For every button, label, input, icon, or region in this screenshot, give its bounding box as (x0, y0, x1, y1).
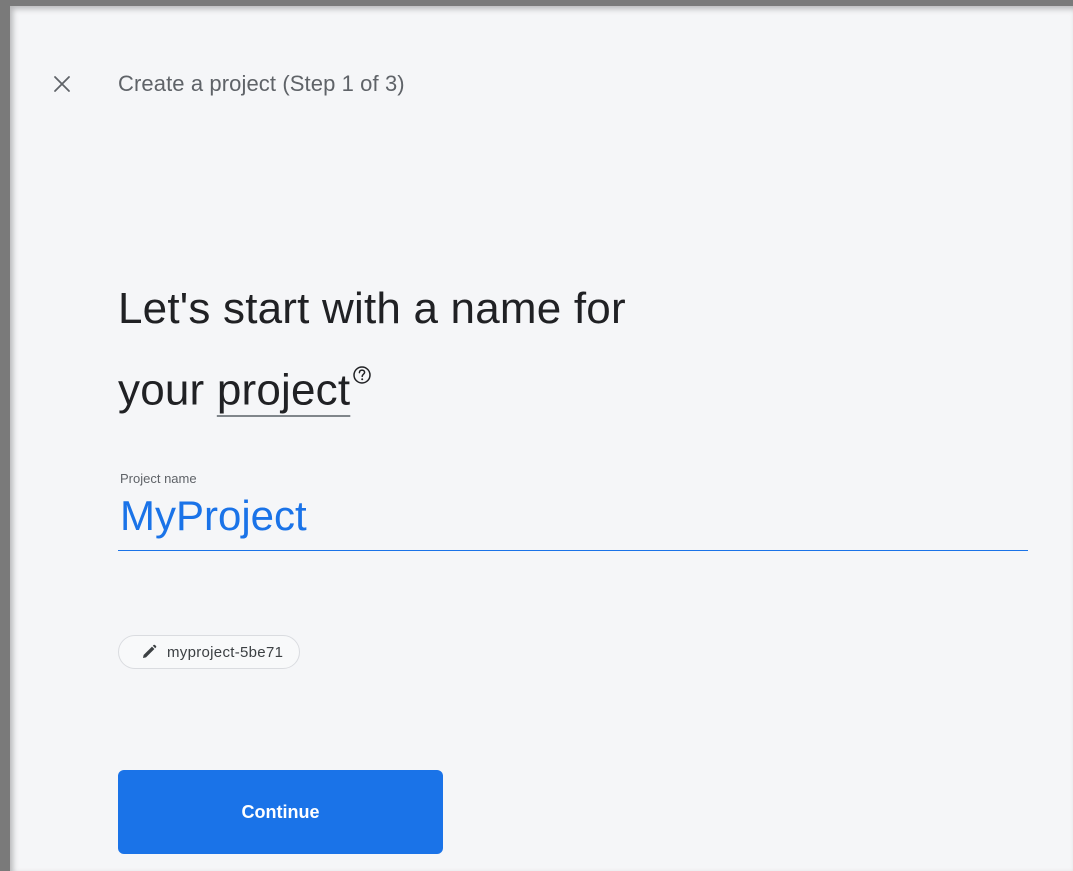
close-icon (54, 76, 70, 92)
create-project-dialog: Create a project (Step 1 of 3) Let's sta… (0, 0, 1073, 871)
continue-button[interactable]: Continue (118, 770, 443, 854)
pencil-icon (143, 644, 157, 658)
heading-line-1: Let's start with a name for (118, 284, 626, 333)
step-title: Create a project (Step 1 of 3) (118, 71, 405, 96)
project-name-input[interactable] (118, 488, 1028, 551)
heading-line-2-prefix: your (118, 365, 217, 415)
project-id-text: myproject-5be71 (167, 643, 284, 661)
project-name-field: Project name (118, 471, 1028, 551)
top-bar: Create a project (Step 1 of 3) (50, 64, 405, 104)
project-term-link[interactable]: project (217, 366, 350, 415)
project-id-chip[interactable]: myproject-5be71 (118, 635, 301, 669)
close-button[interactable] (50, 72, 74, 96)
help-circle-icon[interactable] (352, 338, 372, 404)
page-heading: Let's start with a name for your project (118, 276, 918, 424)
project-name-label: Project name (120, 471, 197, 486)
